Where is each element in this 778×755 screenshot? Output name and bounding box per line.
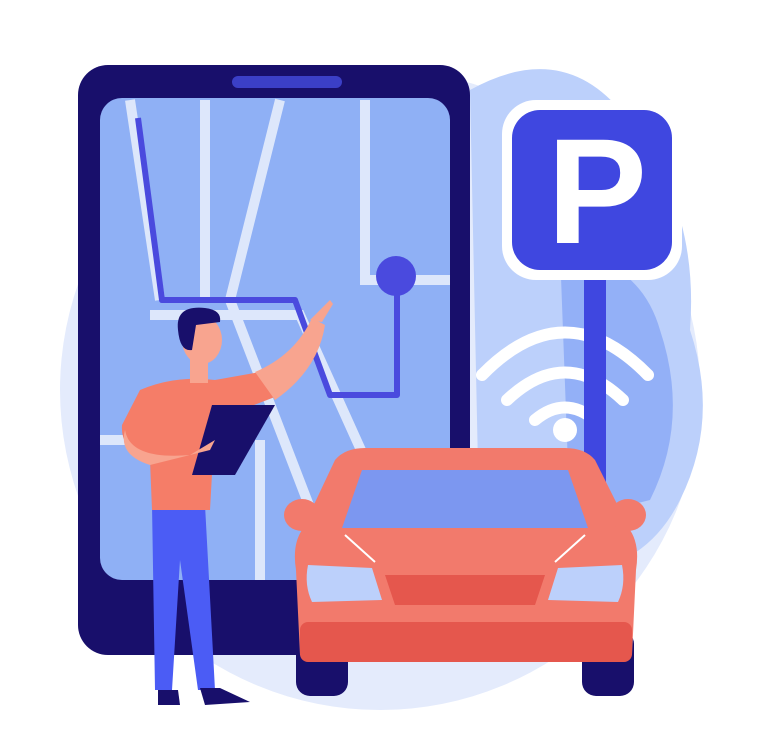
car-windshield <box>342 470 588 528</box>
car-mirror-left <box>284 499 320 531</box>
illustration-canvas: P <box>60 65 703 710</box>
parking-sign-letter: P <box>547 107 647 275</box>
car-headlight-right <box>548 565 624 602</box>
car-bumper <box>300 622 632 662</box>
smart-parking-illustration: P <box>0 0 778 755</box>
person-shoe-right <box>200 688 250 705</box>
wifi-dot <box>553 418 577 442</box>
car-grille <box>385 575 545 605</box>
car-mirror-right <box>610 499 646 531</box>
car-headlight-left <box>306 565 382 602</box>
phone-speaker <box>232 76 342 88</box>
person-shoe-left <box>158 690 180 705</box>
destination-pin <box>376 256 416 296</box>
